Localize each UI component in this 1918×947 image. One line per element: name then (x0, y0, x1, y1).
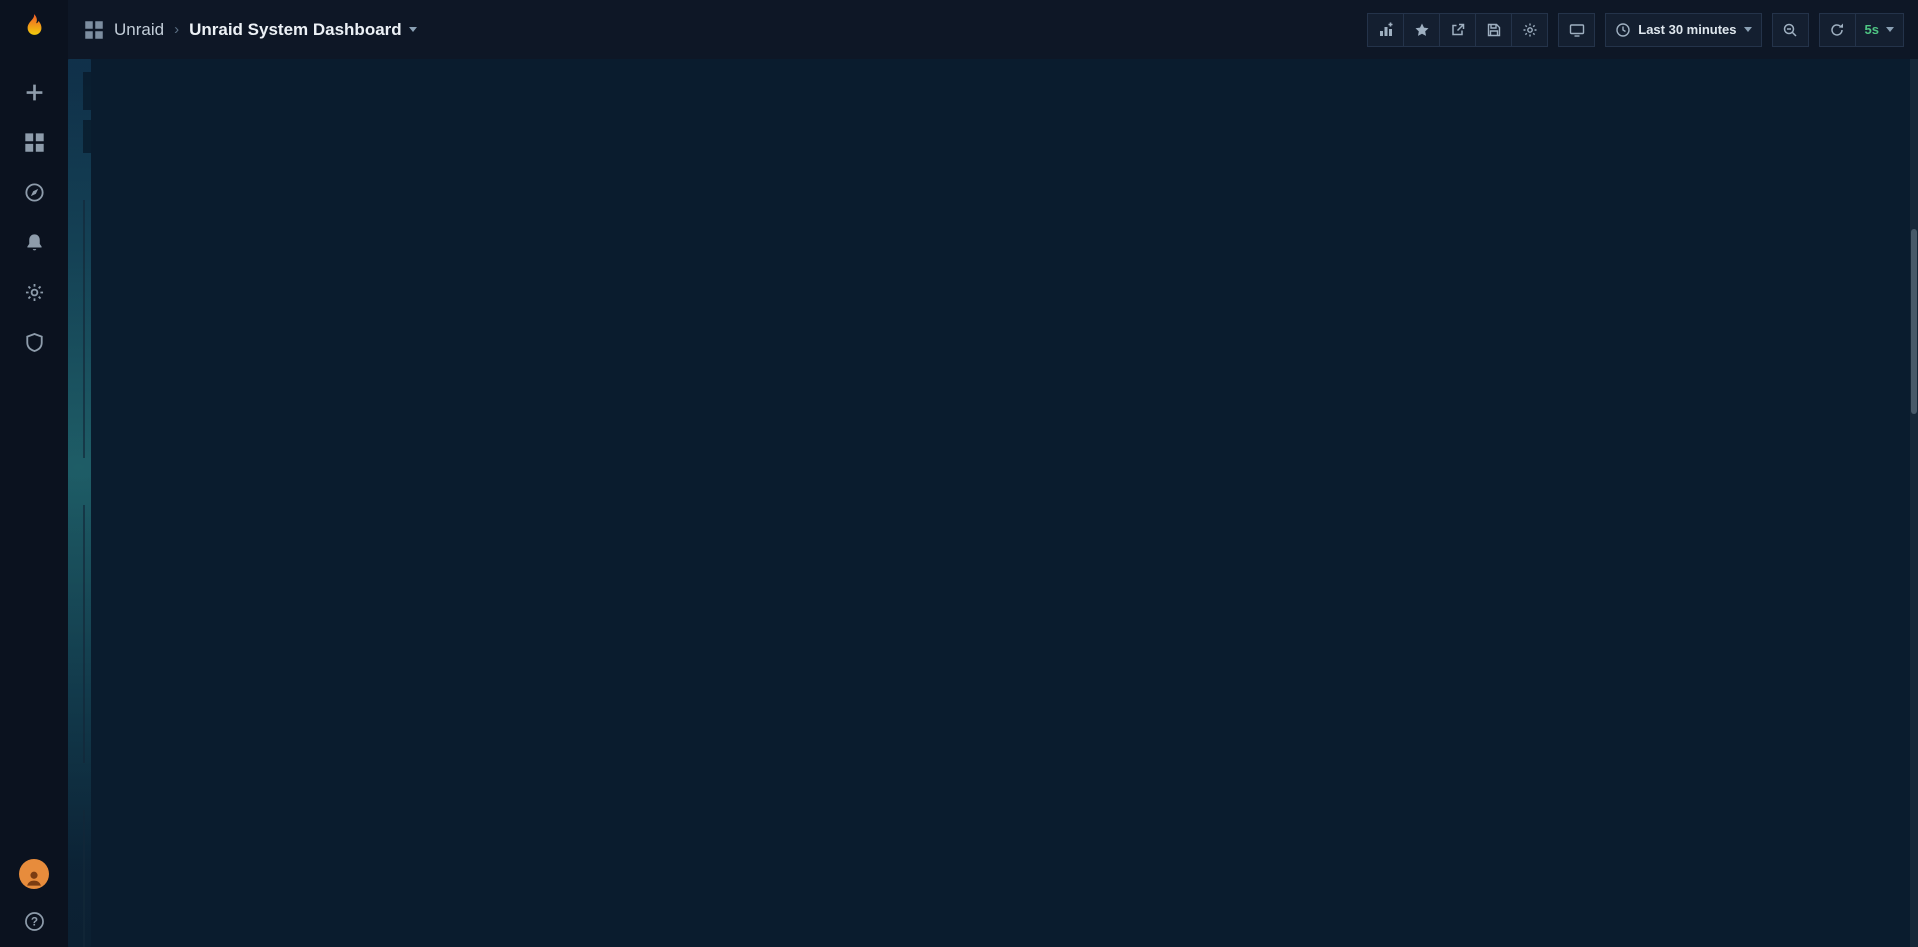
breadcrumb-root[interactable]: Unraid (114, 20, 164, 40)
save-dashboard-button[interactable] (1475, 13, 1512, 47)
server-admin-shield-icon[interactable] (22, 330, 46, 354)
chevron-down-icon (1744, 27, 1752, 32)
zoom-out-time-button[interactable] (1772, 13, 1809, 47)
help-icon[interactable]: ? (22, 909, 46, 933)
dashboard-scrollbar[interactable] (1910, 59, 1918, 947)
top-navbar: Unraid › Unraid System Dashboard (68, 0, 1918, 59)
toolbar: Last 30 minutes 5s (1367, 13, 1904, 47)
panel-ups-load: UPS Load % Last 12 hours UPS Load Min: 1… (83, 200, 85, 458)
panel-title[interactable]: UPS Load % (83, 208, 85, 225)
tv-kiosk-mode-button[interactable] (1558, 13, 1595, 47)
star-dashboard-button[interactable] (1403, 13, 1440, 47)
panel-network: Network Last 30 minutes (83, 810, 85, 947)
sidebar: ? (0, 0, 68, 947)
scrollbar-thumb[interactable] (1911, 229, 1917, 414)
dashboard-canvas: kWh Price 0.65 Currency kr UPS Max Outpu… (68, 59, 91, 947)
breadcrumb: Unraid › Unraid System Dashboard (84, 20, 417, 40)
chevron-down-icon (1886, 27, 1894, 32)
grafana-app: ? Unraid › Unraid System Dashboard (0, 0, 1918, 947)
refresh-dashboard-button[interactable] (1819, 13, 1856, 47)
grafana-logo-icon[interactable] (17, 12, 51, 46)
add-panel-button[interactable] (1367, 13, 1404, 47)
dashboards-icon[interactable] (22, 130, 46, 154)
explore-compass-icon[interactable] (22, 180, 46, 204)
chevron-down-icon (409, 27, 417, 32)
clock-icon (1615, 22, 1631, 38)
variable-kwh-price[interactable]: kWh Price 0.65 (83, 72, 91, 110)
main-area: Unraid › Unraid System Dashboard (68, 0, 1918, 947)
svg-text:?: ? (30, 914, 37, 928)
dashboard-grid-icon (84, 20, 104, 40)
panel-cpu1: CPU 1 Last 30 minutes avg current Core 6… (83, 505, 85, 763)
user-avatar[interactable] (19, 859, 49, 889)
ups-load-legend: UPS Load Min: 17% Max: 32% Avg: 20% Watt… (84, 430, 85, 457)
dashboard-settings-button[interactable] (1511, 13, 1548, 47)
dashboard-title[interactable]: Unraid System Dashboard (189, 20, 417, 40)
time-range-picker[interactable]: Last 30 minutes (1605, 13, 1761, 47)
share-dashboard-button[interactable] (1439, 13, 1476, 47)
alerting-bell-icon[interactable] (22, 230, 46, 254)
create-plus-icon[interactable] (22, 80, 46, 104)
link-grafana-plex-theme[interactable]: Grafana Plex Theme (83, 120, 91, 153)
cpu1-legend: avg current Core 6 20% 30% Core 7 22% 30… (84, 686, 85, 762)
configuration-gear-icon[interactable] (22, 280, 46, 304)
breadcrumb-separator: › (174, 21, 179, 38)
refresh-interval-picker[interactable]: 5s (1855, 13, 1904, 47)
